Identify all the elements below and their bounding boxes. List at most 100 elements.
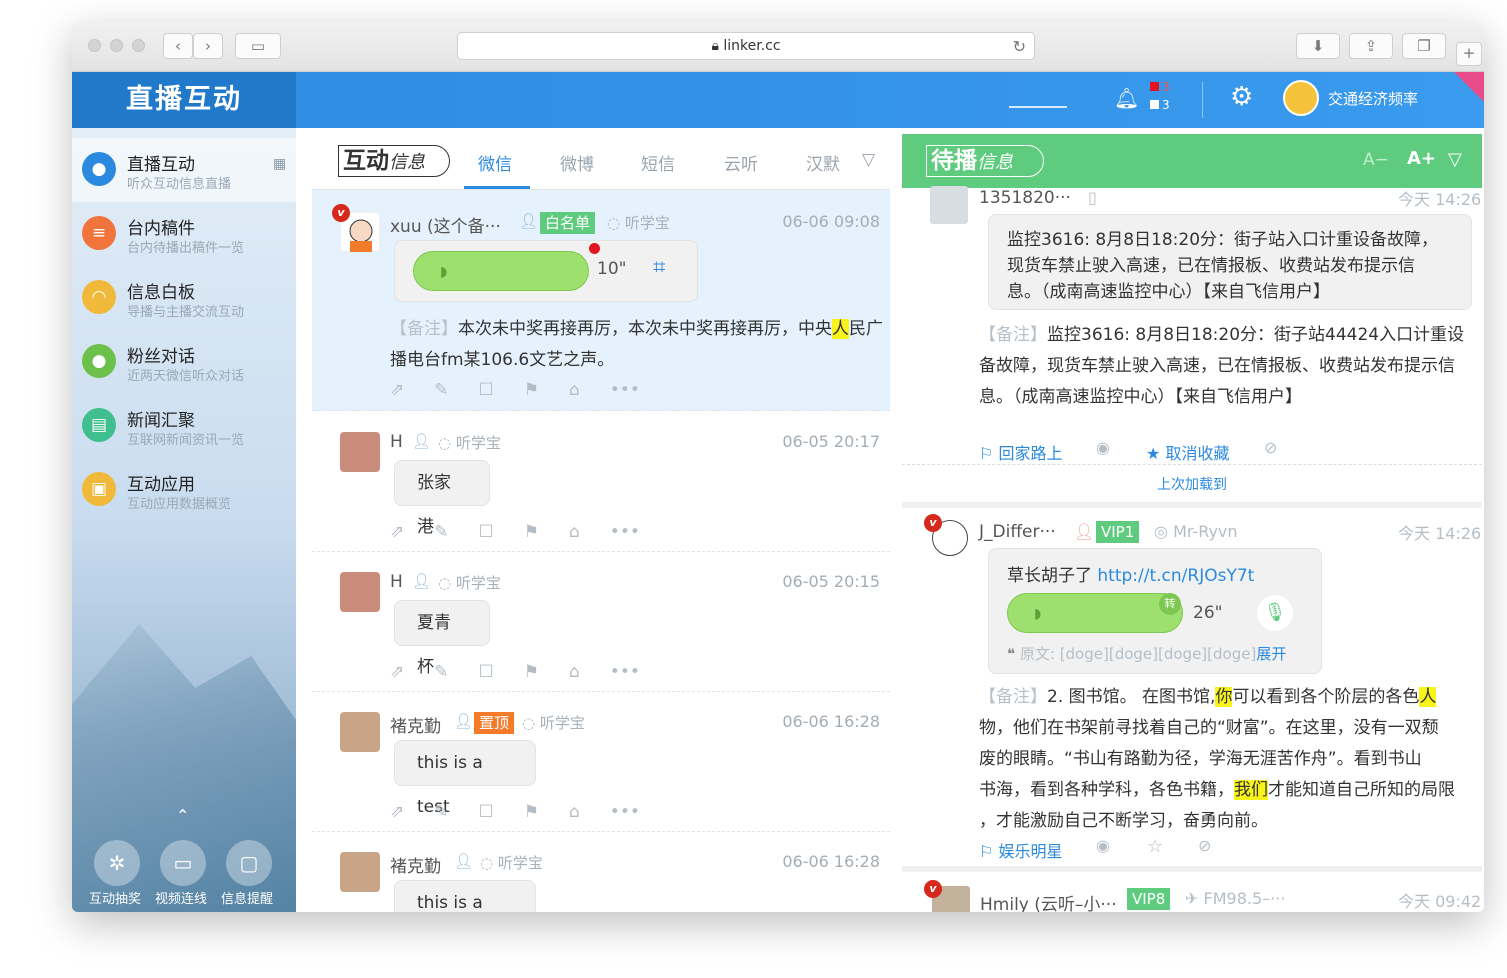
channel-tab[interactable]: 短信: [641, 150, 675, 175]
share-icon[interactable]: ⇗: [390, 522, 404, 542]
bell-icon[interactable]: 🔔︎: [1114, 86, 1139, 110]
avatar[interactable]: [340, 432, 380, 472]
address-bar[interactable]: 🔒︎ linker.cc ↻: [457, 32, 1035, 60]
forward-icon[interactable]: ›: [193, 33, 223, 59]
delete-icon[interactable]: ⌂: [569, 522, 580, 542]
channel-tab[interactable]: 微博: [560, 150, 594, 175]
gear-icon[interactable]: ⚙: [1230, 82, 1253, 112]
avatar[interactable]: [340, 572, 380, 612]
crop-icon[interactable]: ⌗: [653, 255, 665, 280]
channel-tab[interactable]: 云听: [724, 150, 758, 175]
user-name[interactable]: xuu (这个备···: [390, 212, 501, 237]
station-name[interactable]: 交通经济频率: [1328, 88, 1418, 109]
share-icon[interactable]: ⇪: [1349, 33, 1393, 59]
expand-link[interactable]: 展开: [1256, 645, 1286, 663]
tool-label[interactable]: 视频连线: [155, 888, 207, 907]
message-item[interactable]: H 👤︎ ◌ 听学宝 06-05 20:17 张家港 ⇗ ✎ ☐ ⚑ ⌂ •••: [312, 412, 890, 552]
sidebar-item[interactable]: ▤ 新闻汇聚 互联网新闻资讯一览: [72, 394, 296, 458]
delete-icon[interactable]: ⌂: [569, 380, 580, 400]
flag-icon[interactable]: ⚑: [524, 522, 539, 542]
hide-icon[interactable]: ⊘: [1264, 438, 1277, 457]
channel-tab[interactable]: 汉默: [806, 150, 840, 175]
tabs-icon[interactable]: ❐: [1402, 33, 1446, 59]
message-link[interactable]: http://t.cn/RJOsY7t: [1097, 566, 1254, 586]
sidebar-item[interactable]: ▣ 互动应用 互动应用数据概览: [72, 458, 296, 522]
comment-icon[interactable]: ☐: [479, 802, 494, 822]
load-more-link[interactable]: 上次加载到: [1157, 474, 1227, 494]
share-icon[interactable]: ⇗: [390, 662, 404, 682]
avatar[interactable]: [930, 186, 968, 224]
podcast-icon[interactable]: ◉: [1096, 836, 1110, 855]
more-icon[interactable]: •••: [610, 662, 640, 682]
flag-icon[interactable]: ⚑: [524, 662, 539, 682]
unfavorite-button[interactable]: ★ 取消收藏: [1146, 440, 1229, 464]
share-icon[interactable]: ⇗: [390, 380, 404, 400]
delete-icon[interactable]: ⌂: [569, 662, 580, 682]
hide-icon[interactable]: ⊘: [1198, 836, 1211, 855]
filter-icon[interactable]: ▽: [862, 150, 875, 170]
message-item[interactable]: 褚克勤👤︎◌ 听学宝06-06 16:28this is a test⇗✎☐⚑⌂…: [312, 832, 890, 912]
more-icon[interactable]: •••: [610, 522, 640, 542]
sidebar-item[interactable]: ≡ 台内稿件 台内待播出稿件一览: [72, 202, 296, 266]
window-minimize-button[interactable]: [110, 39, 123, 52]
station-avatar[interactable]: [1283, 80, 1319, 116]
edit-icon[interactable]: ✎: [434, 662, 448, 682]
reminder-icon[interactable]: ▢: [226, 840, 272, 886]
voice-message-bar[interactable]: ◗: [1007, 593, 1183, 633]
podcast-icon[interactable]: ◉: [1096, 438, 1110, 457]
share-icon[interactable]: ⇗: [390, 802, 404, 822]
chevron-up-icon[interactable]: ⌃: [176, 806, 189, 825]
grid-icon[interactable]: ▦: [273, 156, 286, 172]
flag-icon[interactable]: ⚑: [524, 802, 539, 822]
video-icon[interactable]: ▭: [160, 840, 206, 886]
user-name[interactable]: H: [390, 572, 403, 592]
reload-icon[interactable]: ↻: [1013, 33, 1026, 60]
comment-icon[interactable]: ☐: [479, 522, 494, 542]
sidebar-item[interactable]: ● 直播互动 听众互动信息直播 ▦: [72, 138, 296, 202]
category-flag[interactable]: ⚐ 娱乐明星: [979, 838, 1062, 862]
lottery-icon[interactable]: ✲: [94, 840, 140, 886]
user-name[interactable]: H: [390, 432, 403, 452]
download-icon[interactable]: ⬇: [1296, 33, 1340, 59]
tool-label[interactable]: 互动抽奖: [89, 888, 141, 907]
user-name[interactable]: Hmily (云听–小···: [980, 890, 1117, 912]
red-alert-count[interactable]: 3: [1150, 80, 1170, 94]
filter-icon[interactable]: ▽: [1448, 149, 1462, 170]
microphone-icon[interactable]: 🎙︎: [1257, 595, 1293, 631]
user-name[interactable]: 褚克勤: [390, 852, 441, 877]
new-tab-icon[interactable]: +: [1456, 42, 1482, 66]
message-item[interactable]: 褚克勤 👤︎ 置顶 ◌ 听学宝 06-06 16:28 this is a test ⇗ ✎ ☐…: [312, 692, 890, 832]
sidebar-toggle-icon[interactable]: ▭: [235, 33, 281, 59]
back-icon[interactable]: ‹: [163, 33, 193, 59]
comment-icon[interactable]: ☐: [479, 380, 494, 400]
window-close-button[interactable]: [88, 39, 101, 52]
comment-icon[interactable]: ☐: [479, 662, 494, 682]
voice-message-bar[interactable]: ◗: [413, 251, 589, 291]
sidebar-item[interactable]: ◠ 信息白板 导播与主播交流互动: [72, 266, 296, 330]
edit-icon[interactable]: ✎: [434, 380, 448, 400]
avatar[interactable]: [340, 712, 380, 752]
user-name[interactable]: 褚克勤: [390, 712, 441, 737]
delete-icon[interactable]: ⌂: [569, 802, 580, 822]
message-item[interactable]: v xuu (这个备··· 👤︎ 白名单 ◌ 听学宝 06-06 09:08 ◗…: [312, 190, 890, 411]
avatar[interactable]: [340, 852, 380, 892]
white-alert-count[interactable]: 3: [1150, 98, 1170, 112]
font-decrease-button[interactable]: A−: [1363, 150, 1389, 170]
user-name[interactable]: J_Differ···: [979, 522, 1056, 542]
category-flag[interactable]: ⚐ 回家路上: [979, 440, 1062, 464]
user-name[interactable]: 1351820···: [979, 188, 1071, 208]
star-outline-icon[interactable]: ☆: [1147, 836, 1163, 857]
font-increase-button[interactable]: A+: [1407, 148, 1436, 169]
edit-icon[interactable]: ✎: [434, 522, 448, 542]
sidebar-item[interactable]: ● 粉丝对话 近两天微信听众对话: [72, 330, 296, 394]
edit-icon[interactable]: ✎: [434, 802, 448, 822]
transcribe-badge[interactable]: 转: [1159, 593, 1181, 615]
more-icon[interactable]: •••: [610, 380, 640, 400]
channel-tab[interactable]: 微信: [478, 150, 512, 175]
message-item[interactable]: H 👤︎ ◌ 听学宝 06-05 20:15 夏青杯 ⇗ ✎ ☐ ⚑ ⌂ •••: [312, 552, 890, 692]
window-zoom-button[interactable]: [132, 39, 145, 52]
tool-label[interactable]: 信息提醒: [221, 888, 273, 907]
flag-icon[interactable]: ⚑: [524, 380, 539, 400]
corner-ribbon: [1454, 72, 1484, 102]
more-icon[interactable]: •••: [610, 802, 640, 822]
